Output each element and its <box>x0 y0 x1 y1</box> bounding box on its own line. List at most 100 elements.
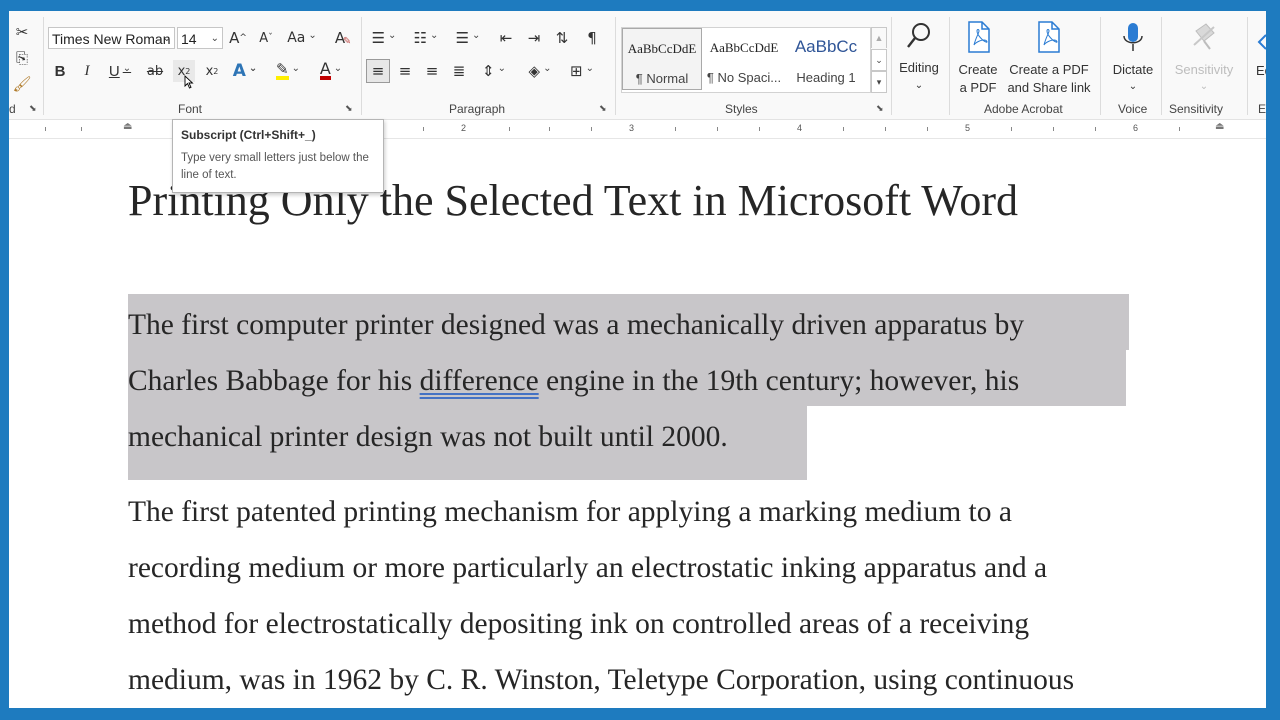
indent-marker-icon[interactable]: ⏏ <box>123 121 132 132</box>
document-page[interactable]: Printing Only the Selected Text in Micro… <box>9 139 1266 708</box>
right-indent-marker-icon[interactable]: ⏏ <box>1215 121 1224 132</box>
ruler-tick <box>509 127 510 131</box>
group-separator <box>1161 17 1162 115</box>
align-right-icon[interactable]: ≡ <box>421 60 443 82</box>
ruler-tick <box>675 127 676 131</box>
create-share-label-2: and Share link <box>1007 80 1091 95</box>
ruler-number: 2 <box>461 123 467 133</box>
copy-icon[interactable]: ⎘ <box>13 49 31 67</box>
change-case-icon[interactable]: Aa <box>285 27 319 49</box>
clear-formatting-icon[interactable]: A ✎ <box>329 27 351 49</box>
group-separator <box>1100 17 1101 115</box>
sensitivity-label: Sensitivity <box>1174 62 1234 77</box>
bullets-icon[interactable]: ☰ <box>367 27 401 49</box>
grow-font-icon[interactable]: A ^ <box>227 27 249 49</box>
decrease-indent-icon[interactable]: ⇤ <box>495 27 517 49</box>
editing-button[interactable]: Editing ⌄ <box>893 19 945 103</box>
gallery-down-icon[interactable]: ⌄ <box>871 49 887 71</box>
create-share-label-1: Create a PDF <box>1009 62 1089 77</box>
font-name-value: Times New Roman <box>52 31 171 47</box>
tooltip-title: Subscript (Ctrl+Shift+_) <box>181 128 316 142</box>
create-pdf-label-1: Create <box>958 62 998 77</box>
clipboard-group-label: d <box>9 102 16 116</box>
strikethrough-button[interactable]: ab <box>143 60 167 82</box>
editor-icon[interactable] <box>1255 33 1266 61</box>
styles-launcher-icon[interactable]: ⬊ <box>876 104 885 113</box>
dictate-label: Dictate <box>1112 62 1154 77</box>
align-left-icon[interactable]: ≡ <box>366 59 390 83</box>
create-share-pdf-button[interactable]: Create a PDF and Share link <box>1003 19 1095 103</box>
highlight-color-icon[interactable]: ✎ <box>271 60 305 82</box>
sort-icon[interactable]: ⇅ <box>551 27 573 49</box>
ruler-tick <box>45 127 46 131</box>
paragraph-1-line: Charles Babbage for his difference engin… <box>128 365 1020 397</box>
bold-button[interactable]: B <box>50 60 70 82</box>
text-effects-icon[interactable]: A <box>229 60 261 82</box>
editing-label: Editing <box>899 60 939 75</box>
group-separator <box>361 17 362 115</box>
ruler-tick <box>81 127 82 131</box>
editor-group-label: E <box>1258 102 1266 116</box>
style-heading-1[interactable]: AaBbCc Heading 1 <box>786 28 866 90</box>
dictate-button[interactable]: Dictate ⌄ <box>1107 19 1159 103</box>
sensitivity-button[interactable]: Sensitivity ⌄ <box>1164 19 1244 103</box>
cut-icon[interactable]: ✂ <box>13 23 31 41</box>
paragraph-1-line: The first computer printer designed was … <box>128 309 1025 341</box>
group-separator <box>615 17 616 115</box>
multilevel-list-icon[interactable]: ☰ <box>451 27 485 49</box>
borders-icon[interactable]: ⊞ <box>565 60 599 82</box>
styles-group-label: Styles <box>725 102 758 116</box>
font-size-combo[interactable]: 14 ⌄ <box>177 27 223 49</box>
sensitivity-tag-icon <box>1193 23 1215 50</box>
style-name: Heading 1 <box>796 70 856 85</box>
shrink-font-icon[interactable]: Aˇ <box>255 27 277 49</box>
underline-button[interactable]: U <box>105 60 135 82</box>
search-icon <box>907 23 930 48</box>
line-spacing-icon[interactable]: ⇕ <box>477 60 511 82</box>
ruler-tick <box>885 127 886 131</box>
show-formatting-icon[interactable]: ¶ <box>581 27 603 49</box>
clipboard-launcher-icon[interactable]: ⬊ <box>29 104 38 113</box>
justify-icon[interactable]: ≣ <box>448 60 470 82</box>
align-center-icon[interactable]: ≡ <box>394 60 416 82</box>
shading-icon[interactable]: ◈ <box>523 60 557 82</box>
ruler-number: 4 <box>797 123 803 133</box>
ruler-tick <box>549 127 550 131</box>
microphone-icon <box>1123 23 1143 51</box>
editor-label: Ed <box>1256 63 1266 78</box>
ribbon: ✂ ⎘ 🖌 d ⬊ Times New Roman ⌄ 14 ⌄ A ^ Aˇ A… <box>9 11 1266 120</box>
group-separator <box>43 17 44 115</box>
numbering-icon[interactable]: ☷ <box>409 27 443 49</box>
font-launcher-icon[interactable]: ⬊ <box>345 104 354 113</box>
font-name-combo[interactable]: Times New Roman ⌄ <box>48 27 175 49</box>
gallery-more-icon[interactable]: ▾ <box>871 71 887 93</box>
paragraph-2-line: recording medium or more particularly an… <box>128 552 1048 584</box>
format-painter-icon[interactable]: 🖌 <box>12 75 31 93</box>
chevron-down-icon: ⌄ <box>914 80 924 91</box>
ruler-tick <box>423 127 424 131</box>
paragraph-launcher-icon[interactable]: ⬊ <box>599 104 608 113</box>
style-no-spacing[interactable]: AaBbCcDdE ¶ No Spaci... <box>704 28 784 90</box>
style-name: ¶ No Spaci... <box>706 70 782 85</box>
font-size-value: 14 <box>181 31 197 47</box>
subscript-tooltip: Subscript (Ctrl+Shift+_) Type very small… <box>172 119 384 193</box>
create-pdf-button[interactable]: Create a PDF <box>953 19 1003 103</box>
italic-button[interactable]: I <box>77 60 97 82</box>
styles-gallery: AaBbCcDdE ¶ Normal AaBbCcDdE ¶ No Spaci.… <box>621 27 871 93</box>
font-group-label: Font <box>178 102 203 116</box>
ruler-tick <box>1179 127 1180 131</box>
ruler-tick <box>1011 127 1012 131</box>
group-separator <box>1247 17 1248 115</box>
ruler-tick <box>1053 127 1054 131</box>
ruler-tick <box>717 127 718 131</box>
font-color-icon[interactable]: A <box>313 60 349 82</box>
paragraph-group-label: Paragraph <box>449 102 506 116</box>
ruler-tick <box>591 127 592 131</box>
pdf-share-icon <box>1038 21 1060 53</box>
gallery-up-icon[interactable]: ▲ <box>871 27 887 48</box>
paragraph-2-line: The first patented printing mechanism fo… <box>128 496 1012 528</box>
increase-indent-icon[interactable]: ⇥ <box>523 27 545 49</box>
superscript-button[interactable]: x2 <box>201 60 223 82</box>
style-normal[interactable]: AaBbCcDdE ¶ Normal <box>622 28 702 90</box>
create-pdf-label-2: a PDF <box>959 80 997 95</box>
